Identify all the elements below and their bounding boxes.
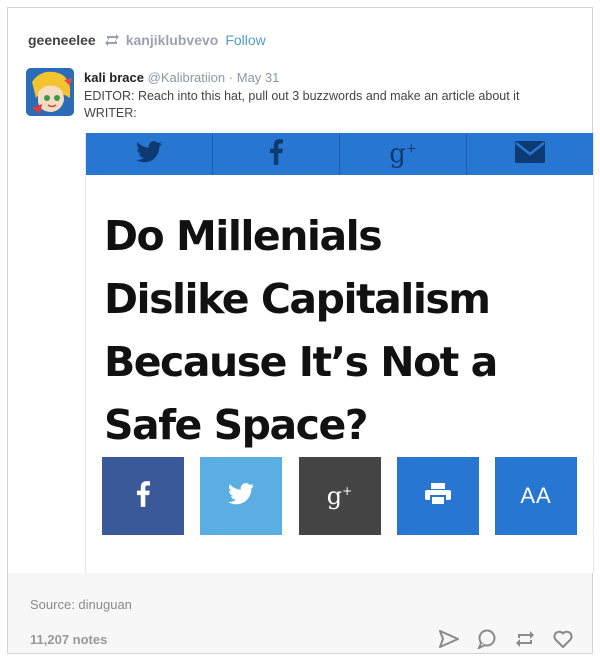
reblog-icon bbox=[104, 33, 120, 47]
share-bar-top: g+ bbox=[86, 133, 593, 175]
headline-line: Safe Space? bbox=[104, 401, 369, 449]
twitter-icon bbox=[136, 140, 162, 168]
tweet-date[interactable]: May 31 bbox=[237, 70, 280, 85]
print-button[interactable] bbox=[396, 457, 479, 535]
google-plus-icon: g+ bbox=[326, 482, 353, 510]
font-size-icon: AA bbox=[520, 483, 552, 508]
reblog-icon[interactable] bbox=[514, 629, 536, 649]
facebook-share-tile[interactable] bbox=[102, 457, 184, 535]
article-headline: Do Millenials Dislike Capitalism Because… bbox=[104, 205, 584, 457]
post-source[interactable]: Source: dinuguan bbox=[30, 597, 132, 612]
tweet-separator: · bbox=[228, 70, 234, 85]
google-plus-share-tile[interactable]: g+ bbox=[298, 457, 381, 535]
font-size-button[interactable]: AA bbox=[495, 457, 577, 535]
headline-line: Because It’s Not a bbox=[104, 338, 498, 386]
headline-line: Dislike Capitalism bbox=[104, 275, 491, 323]
facebook-icon bbox=[269, 138, 283, 170]
post-actions bbox=[438, 629, 574, 649]
tweet-text-line-1: EDITOR: Reach into this hat, pull out 3 … bbox=[84, 89, 520, 103]
post-footer: Source: dinuguan 11,207 notes bbox=[8, 573, 592, 653]
follow-link[interactable]: Follow bbox=[225, 32, 265, 48]
google-plus-icon: g+ bbox=[389, 139, 417, 169]
twitter-icon bbox=[228, 482, 255, 510]
google-plus-share-button[interactable]: g+ bbox=[340, 133, 467, 175]
reblog-source[interactable]: kanjiklubvevo bbox=[126, 32, 219, 48]
mail-share-button[interactable] bbox=[467, 133, 593, 175]
notes-count[interactable]: 11,207 notes bbox=[30, 632, 107, 647]
post-username[interactable]: geeneelee bbox=[28, 32, 96, 48]
post-header: geeneelee kanjiklubvevo Follow bbox=[28, 30, 266, 50]
like-icon[interactable] bbox=[552, 629, 574, 649]
avatar[interactable] bbox=[26, 68, 74, 116]
facebook-share-button[interactable] bbox=[213, 133, 340, 175]
share-bar-bottom: g+ AA bbox=[102, 457, 577, 535]
reply-icon[interactable] bbox=[476, 629, 498, 649]
tweet-handle[interactable]: @Kalibratiion bbox=[148, 70, 226, 85]
article-screenshot: g+ Do Millenials Dislike Capitalism Beca… bbox=[85, 133, 594, 573]
facebook-icon bbox=[136, 480, 150, 512]
tweet-text-line-2: WRITER: bbox=[84, 106, 137, 120]
headline-line: Do Millenials bbox=[104, 212, 383, 260]
tweet-author-name[interactable]: kali brace bbox=[84, 70, 144, 85]
twitter-share-button[interactable] bbox=[86, 133, 213, 175]
post-card: geeneelee kanjiklubvevo Follow kali brac… bbox=[7, 7, 594, 654]
tweet-meta: kali brace @Kalibratiion · May 31 bbox=[84, 70, 279, 86]
print-icon bbox=[424, 482, 451, 510]
twitter-share-tile[interactable] bbox=[200, 457, 283, 535]
share-icon[interactable] bbox=[438, 629, 460, 649]
mail-icon bbox=[515, 140, 545, 168]
